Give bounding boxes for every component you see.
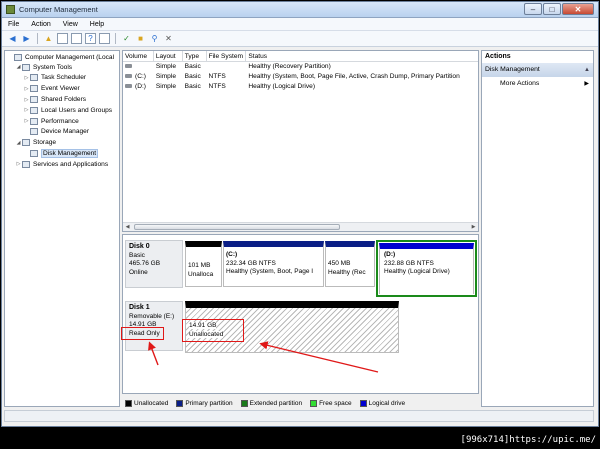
arrow-to-read-only xyxy=(148,341,159,366)
watermark-text: [996x714]https://upic.me/ xyxy=(460,435,596,445)
annotation-arrows xyxy=(148,341,379,373)
arrow-to-unallocated xyxy=(259,341,379,373)
